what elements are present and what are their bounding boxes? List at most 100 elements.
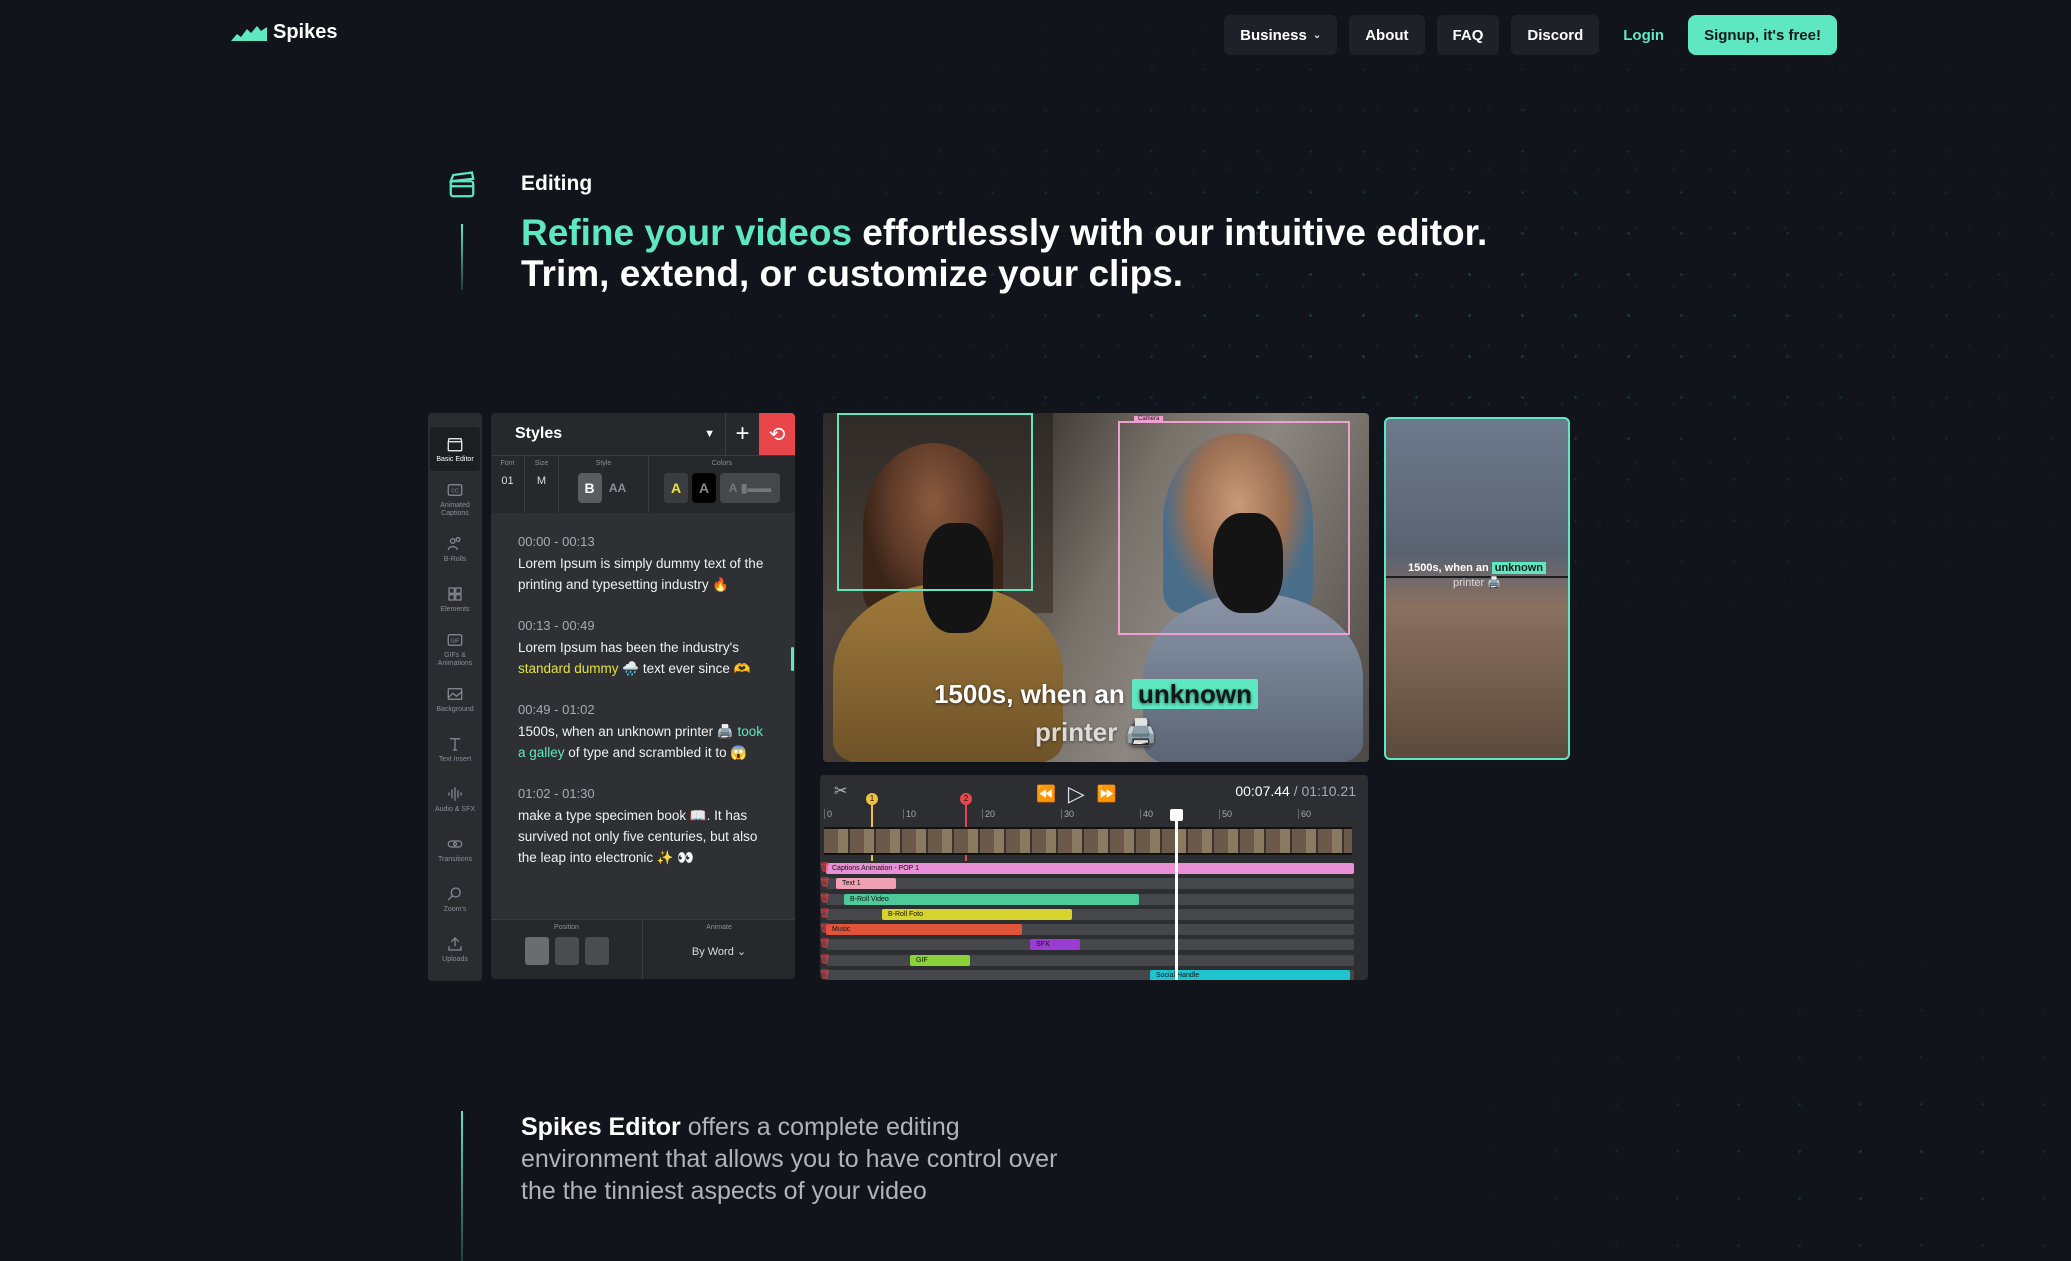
- animate-select[interactable]: By Word ⌄: [692, 945, 746, 958]
- sidebar-item-label: Transitions: [438, 855, 472, 863]
- track-lane: [826, 939, 1354, 951]
- filmstrip[interactable]: [824, 827, 1352, 855]
- ruler-tick: 30: [1061, 809, 1074, 819]
- caption-text[interactable]: make a type specimen book 📖. It has surv…: [518, 805, 773, 868]
- caption-item[interactable]: 00:13 - 00:49 Lorem Ipsum has been the in…: [518, 615, 773, 679]
- section-eyebrow: Editing: [521, 172, 593, 195]
- subtitle-text: 1500s, when an: [933, 679, 1132, 709]
- ruler-tick: 10: [903, 809, 916, 819]
- caption-text[interactable]: Lorem Ipsum has been the industry's stan…: [518, 637, 773, 679]
- trash-icon[interactable]: 🗑: [820, 908, 830, 919]
- playhead[interactable]: [1170, 809, 1183, 980]
- hero-divider-line: [461, 224, 463, 290]
- sidebar-item-audio-sfx[interactable]: Audio & SFX: [430, 777, 480, 821]
- styles-panel: Styles ▼ + ⟲ Font 01 Size M Style B AA C…: [491, 413, 795, 979]
- colors-label: Colors: [711, 460, 733, 467]
- caps-toggle[interactable]: AA: [606, 473, 630, 503]
- position-label: Position: [554, 924, 579, 931]
- size-select[interactable]: M: [531, 467, 553, 495]
- logo[interactable]: Spikes: [231, 21, 337, 44]
- camera-frame-left[interactable]: Camera: [837, 413, 1033, 591]
- track-row: Text 1 🗑: [820, 876, 1368, 891]
- sidebar-item-gifs-animations[interactable]: GIF GIFs & Animations: [430, 627, 480, 671]
- time-readout: 00:07.44 / 01:10.21: [1235, 783, 1356, 799]
- nav-business-label: Business: [1240, 26, 1307, 44]
- highlight-color-swatch[interactable]: A: [664, 473, 688, 503]
- marker-2[interactable]: 2: [960, 793, 972, 805]
- marker-1[interactable]: 1: [866, 793, 878, 805]
- caption-item[interactable]: 00:49 - 01:02 1500s, when an unknown prin…: [518, 699, 773, 763]
- fast-forward-icon[interactable]: ⏩: [1097, 784, 1117, 804]
- track-clip[interactable]: B-Roll Foto: [882, 908, 1072, 920]
- nav-about[interactable]: About: [1349, 15, 1425, 55]
- upload-icon: [448, 936, 462, 951]
- vertical-preview[interactable]: 1500s, when an unknown printer 🖨️: [1384, 417, 1570, 760]
- sidebar-item-background[interactable]: Background: [430, 677, 480, 721]
- svg-text:GIF: GIF: [451, 638, 460, 644]
- track-clip[interactable]: Social Handle: [1150, 970, 1350, 980]
- scrollbar-thumb[interactable]: [791, 647, 794, 671]
- playback-controls: ⏪ ▷ ⏩: [1036, 781, 1117, 807]
- stroke-color-slider[interactable]: A ▮▬▬: [720, 473, 780, 503]
- ruler-tick: 20: [982, 809, 995, 819]
- audio-icon: [448, 786, 462, 801]
- gif-icon: GIF: [447, 633, 463, 646]
- caption-item[interactable]: 00:00 - 00:13 Lorem Ipsum is simply dummy…: [518, 531, 773, 595]
- text-color-swatch[interactable]: A: [692, 473, 716, 503]
- nav-business[interactable]: Business ⌄: [1224, 15, 1338, 55]
- track-clip[interactable]: Text 1: [836, 878, 896, 890]
- sidebar-item-transitions[interactable]: Transitions: [430, 827, 480, 871]
- trash-icon[interactable]: 🗑: [820, 862, 830, 873]
- scissors-icon[interactable]: ✂: [834, 781, 847, 801]
- track-row: B-Roll Foto 🗑: [820, 907, 1368, 922]
- track-clip[interactable]: Music: [826, 924, 1022, 936]
- nav-faq[interactable]: FAQ: [1436, 15, 1500, 55]
- trash-icon[interactable]: 🗑: [820, 877, 830, 888]
- reset-icon: ⟲: [768, 423, 786, 446]
- play-icon[interactable]: ▷: [1068, 781, 1085, 807]
- caption-timestamp: 00:00 - 00:13: [518, 534, 595, 549]
- font-group: Font 01: [491, 456, 525, 513]
- subtitle-highlight: unknown: [1131, 679, 1259, 709]
- sidebar-item-b-rolls[interactable]: B-Rolls: [430, 527, 480, 571]
- position-top-button[interactable]: [524, 937, 549, 965]
- sidebar-item-label: Animated Captions: [440, 501, 470, 517]
- sidebar-item-uploads[interactable]: Uploads: [430, 927, 480, 971]
- position-bottom-button[interactable]: [584, 937, 609, 965]
- trash-icon[interactable]: 🗑: [820, 969, 830, 980]
- track-clip[interactable]: B-Roll Video: [844, 893, 1139, 905]
- trash-icon[interactable]: 🗑: [820, 893, 830, 904]
- time-ruler[interactable]: 0 10 20 30 40 50 60: [824, 809, 1358, 821]
- caption-text[interactable]: 1500s, when an unknown printer 🖨️ took a…: [518, 721, 773, 763]
- sidebar-item-label: Audio & SFX: [434, 805, 476, 813]
- signup-button[interactable]: Signup, it's free!: [1688, 15, 1837, 55]
- position-middle-button[interactable]: [554, 937, 579, 965]
- ruler-tick: 0: [824, 809, 832, 819]
- sidebar-item-animated-captions[interactable]: CC Animated Captions: [430, 477, 480, 521]
- trash-icon[interactable]: 🗑: [820, 938, 830, 949]
- caption-item[interactable]: 01:02 - 01:30 make a type specimen book 📖…: [518, 783, 773, 868]
- camera-frame-right[interactable]: Camera: [1118, 416, 1350, 635]
- nav-discord[interactable]: Discord: [1511, 15, 1600, 55]
- sidebar-item-zoom-s[interactable]: Zoom's: [430, 877, 480, 921]
- caption-timestamp: 00:13 - 00:49: [518, 618, 595, 633]
- top-nav: Spikes Business ⌄ About FAQ Discord Logi…: [0, 0, 2071, 70]
- reset-button[interactable]: ⟲: [759, 413, 795, 455]
- font-select[interactable]: 01: [497, 467, 519, 495]
- sidebar-item-text-insert[interactable]: Text Insert: [430, 727, 480, 771]
- add-style-button[interactable]: +: [725, 413, 759, 455]
- track-row: Music 🗑: [820, 922, 1368, 937]
- trash-icon[interactable]: 🗑: [820, 954, 830, 965]
- login-link[interactable]: Login: [1611, 15, 1676, 55]
- bold-toggle[interactable]: B: [577, 473, 602, 503]
- rewind-icon[interactable]: ⏪: [1036, 784, 1056, 804]
- trash-icon[interactable]: 🗑: [820, 923, 830, 934]
- track-clip[interactable]: GIF: [910, 954, 970, 966]
- caption-text[interactable]: Lorem Ipsum is simply dummy text of the …: [518, 553, 773, 595]
- styles-dropdown[interactable]: Styles ▼: [491, 425, 725, 443]
- track-clip[interactable]: Captions Animation - POP 1: [826, 863, 1354, 874]
- track-clip[interactable]: SFX: [1030, 939, 1080, 951]
- sidebar-item-basic-editor[interactable]: Basic Editor: [430, 427, 480, 471]
- sidebar-item-elements[interactable]: Elements: [430, 577, 480, 621]
- video-preview[interactable]: Camera Camera 1500s, when an unknown pri…: [823, 413, 1369, 762]
